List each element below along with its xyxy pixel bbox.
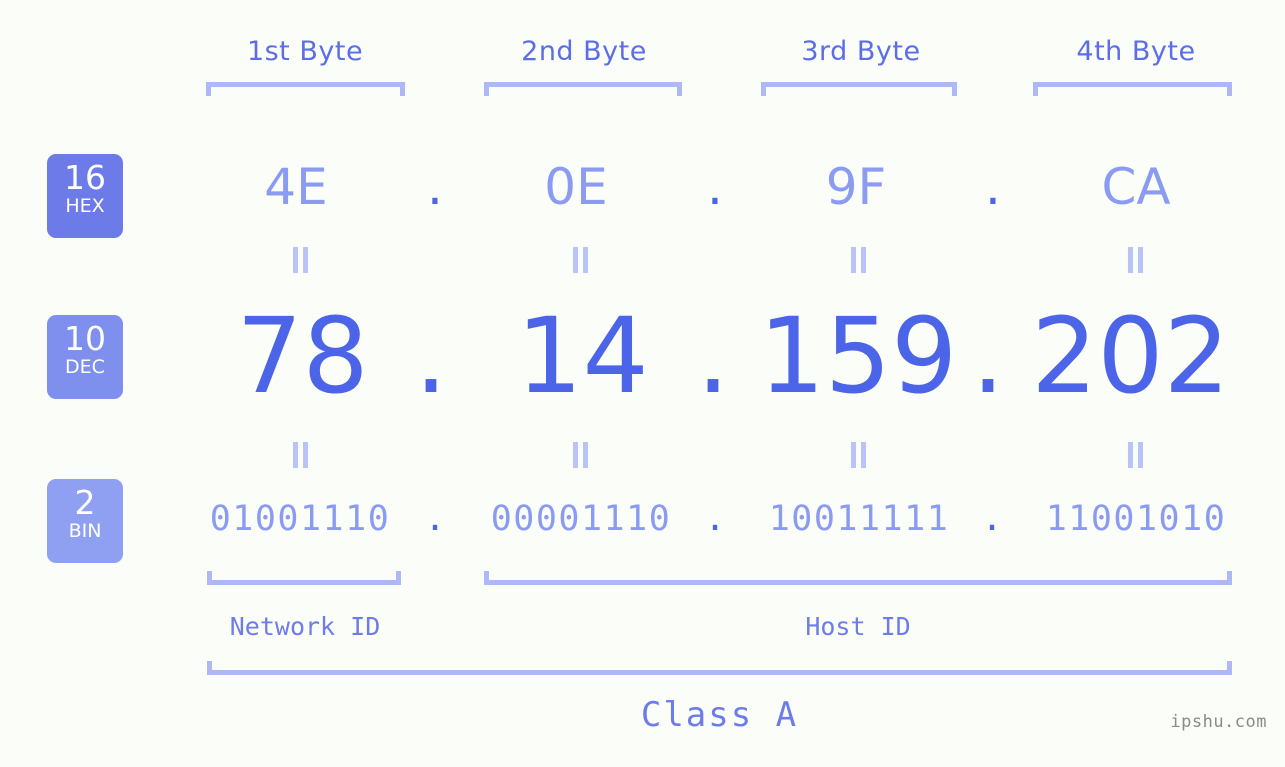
bin-separator-3: . (981, 499, 1003, 539)
base-badge-hex-number: 16 (64, 158, 106, 197)
hex-separator-3: . (985, 158, 1001, 216)
base-badge-bin: 2 BIN (47, 479, 123, 563)
hex-separator-1: . (427, 158, 443, 216)
bin-byte-2: 00001110 (490, 499, 672, 539)
dec-byte-4: 202 (1031, 295, 1230, 417)
dec-byte-3: 159 (758, 295, 958, 417)
bin-byte-3: 10011111 (768, 499, 950, 539)
bin-separator-2: . (704, 499, 726, 539)
hex-byte-3: 9F (825, 158, 887, 216)
network-id-bracket (207, 571, 401, 585)
hex-separator-2: . (707, 158, 723, 216)
hex-byte-4: CA (1101, 158, 1171, 216)
hex-byte-1: 4E (264, 158, 328, 216)
base-badge-dec: 10 DEC (47, 315, 123, 399)
base-badge-hex-name: HEX (65, 195, 105, 217)
equals-mark-hex-dec-1 (290, 247, 312, 273)
bin-separator-1: . (424, 499, 446, 539)
equals-mark-dec-bin-1 (290, 442, 312, 468)
bin-byte-4: 11001010 (1045, 499, 1227, 539)
dec-separator-2: . (696, 295, 730, 417)
equals-mark-dec-bin-3 (848, 442, 870, 468)
equals-mark-dec-bin-2 (570, 442, 592, 468)
base-badge-dec-number: 10 (64, 319, 106, 358)
dec-byte-2: 14 (516, 295, 649, 417)
ip-breakdown-diagram: 1st Byte 2nd Byte 3rd Byte 4th Byte 16 H… (0, 0, 1285, 767)
site-watermark: ipshu.com (1170, 712, 1267, 732)
bin-byte-1: 01001110 (209, 499, 391, 539)
hex-byte-2: 0E (544, 158, 608, 216)
equals-mark-hex-dec-2 (570, 247, 592, 273)
byte-header-3: 3rd Byte (801, 36, 921, 67)
class-bracket (207, 661, 1232, 675)
byte-bracket-1 (206, 82, 405, 96)
base-badge-hex: 16 HEX (47, 154, 123, 238)
equals-mark-hex-dec-4 (1125, 247, 1147, 273)
byte-bracket-4 (1033, 82, 1232, 96)
host-id-label: Host ID (805, 612, 911, 641)
byte-header-1: 1st Byte (246, 36, 364, 67)
byte-bracket-2 (484, 82, 682, 96)
host-id-bracket (484, 571, 1232, 585)
base-badge-bin-name: BIN (68, 520, 102, 542)
byte-header-2: 2nd Byte (521, 36, 647, 67)
equals-mark-dec-bin-4 (1125, 442, 1147, 468)
byte-bracket-3 (761, 82, 957, 96)
dec-byte-1: 78 (236, 295, 369, 417)
dec-separator-3: . (971, 295, 1005, 417)
base-badge-bin-number: 2 (74, 483, 96, 522)
class-label: Class A (640, 695, 799, 735)
dec-separator-1: . (414, 295, 448, 417)
byte-header-4: 4th Byte (1076, 36, 1196, 67)
network-id-label: Network ID (229, 612, 381, 641)
base-badge-dec-name: DEC (65, 356, 105, 378)
equals-mark-hex-dec-3 (848, 247, 870, 273)
